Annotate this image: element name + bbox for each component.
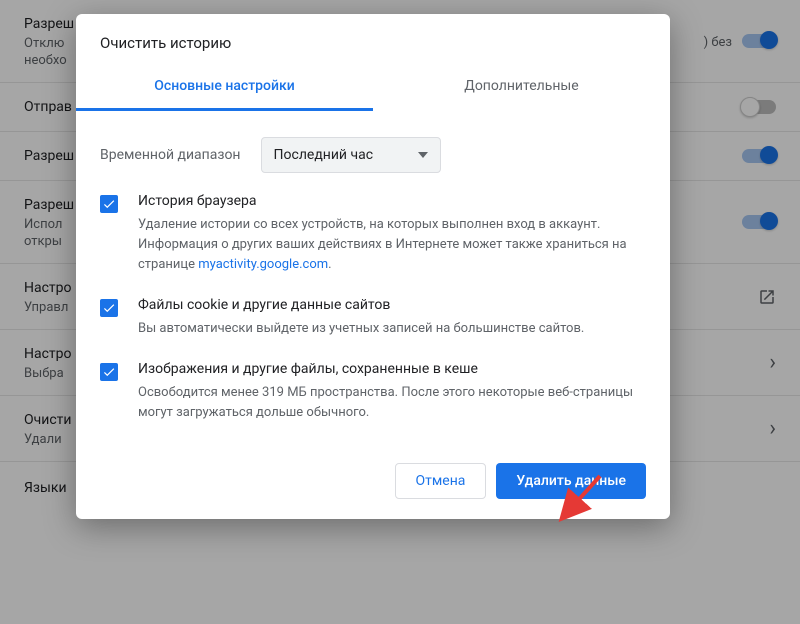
dialog-tabs: Основные настройки Дополнительные <box>76 66 670 111</box>
clear-options-list: История браузера Удаление истории со все… <box>76 183 670 423</box>
option-text: Файлы cookie и другие данные сайтов Вы а… <box>138 297 646 339</box>
time-range-value: Последний час <box>274 147 374 163</box>
check-icon <box>102 197 116 211</box>
checkbox[interactable] <box>100 299 118 317</box>
chevron-down-icon <box>418 152 428 158</box>
option-description: Освободится менее 319 МБ пространства. П… <box>138 383 646 423</box>
option-text: Изображения и другие файлы, сохраненные … <box>138 361 646 423</box>
option-cookies: Файлы cookie и другие данные сайтов Вы а… <box>100 297 646 339</box>
desc-text: . <box>328 257 331 272</box>
time-range-row: Временной диапазон Последний час <box>76 111 670 183</box>
option-cached-files: Изображения и другие файлы, сохраненные … <box>100 361 646 423</box>
dialog-actions: Отмена Удалить данные <box>76 445 670 499</box>
clear-history-dialog: Очистить историю Основные настройки Допо… <box>76 14 670 519</box>
option-text: История браузера Удаление истории со все… <box>138 193 646 275</box>
option-title: Изображения и другие файлы, сохраненные … <box>138 361 646 377</box>
option-browsing-history: История браузера Удаление истории со все… <box>100 193 646 275</box>
checkbox[interactable] <box>100 363 118 381</box>
option-description: Вы автоматически выйдете из учетных запи… <box>138 319 646 339</box>
cancel-button[interactable]: Отмена <box>395 463 487 499</box>
tab-basic[interactable]: Основные настройки <box>76 66 373 111</box>
tab-advanced[interactable]: Дополнительные <box>373 66 670 111</box>
time-range-select[interactable]: Последний час <box>261 137 441 173</box>
check-icon <box>102 301 116 315</box>
option-title: История браузера <box>138 193 646 209</box>
dialog-title: Очистить историю <box>76 14 670 66</box>
time-range-label: Временной диапазон <box>100 147 241 163</box>
myactivity-link[interactable]: myactivity.google.com <box>198 257 328 272</box>
check-icon <box>102 365 116 379</box>
checkbox[interactable] <box>100 195 118 213</box>
confirm-delete-button[interactable]: Удалить данные <box>496 463 646 499</box>
option-description: Удаление истории со всех устройств, на к… <box>138 215 646 275</box>
option-title: Файлы cookie и другие данные сайтов <box>138 297 646 313</box>
